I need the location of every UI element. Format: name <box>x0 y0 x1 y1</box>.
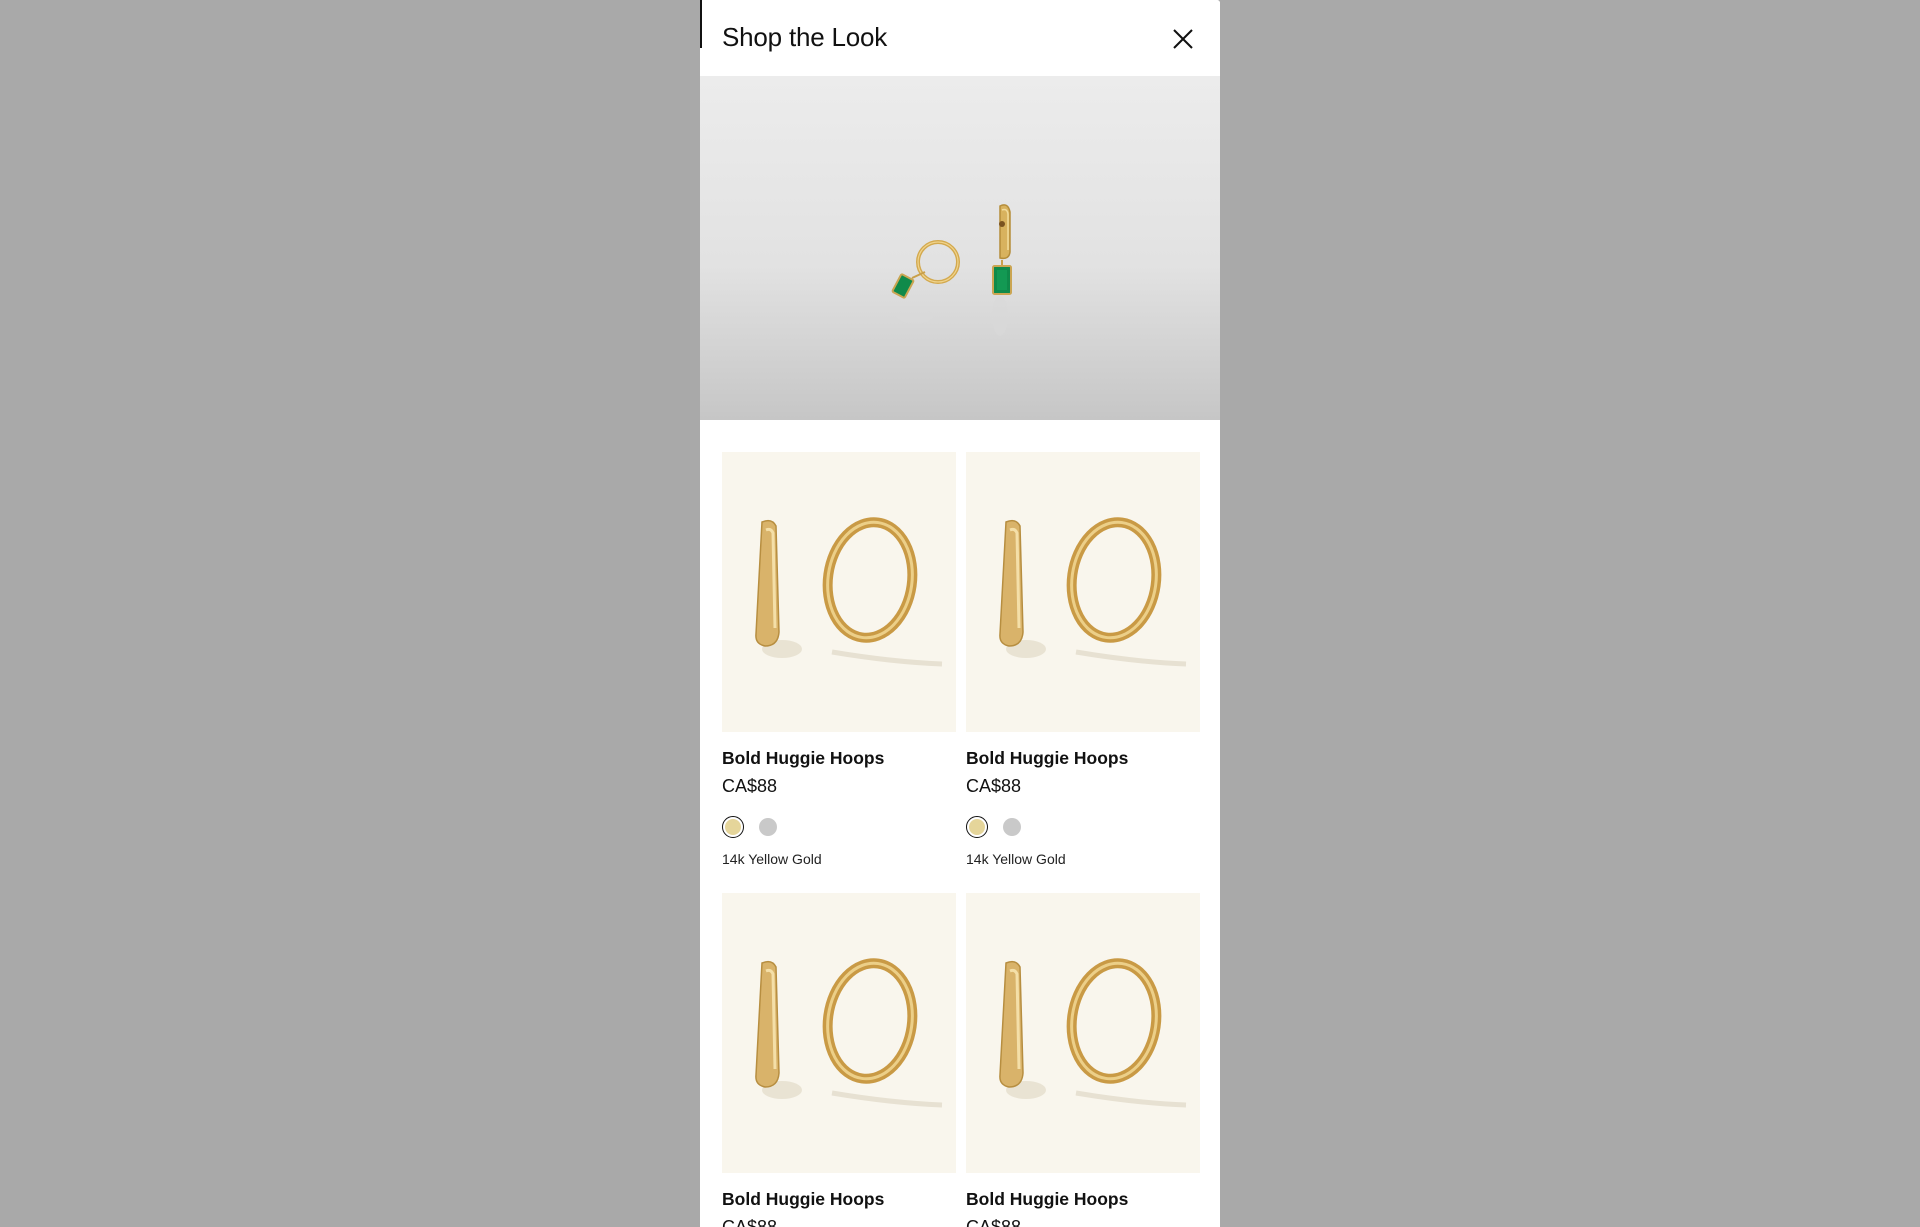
product-name[interactable]: Bold Huggie Hoops <box>722 1189 884 1210</box>
shop-the-look-modal: Shop the Look Bold Huggie Hoops CA$88 14… <box>700 0 1220 1227</box>
swatch-silver[interactable] <box>759 818 777 836</box>
color-swatches <box>966 814 1021 840</box>
product-card[interactable]: Bold Huggie Hoops CA$88 <box>722 893 956 1227</box>
modal-title: Shop the Look <box>722 22 888 52</box>
product-card[interactable]: Bold Huggie Hoops CA$88 14k Yellow Gold <box>966 452 1200 872</box>
close-icon <box>1173 29 1193 49</box>
product-card[interactable]: Bold Huggie Hoops CA$88 14k Yellow Gold <box>722 452 956 872</box>
color-swatches <box>722 814 777 840</box>
product-image[interactable] <box>966 452 1200 732</box>
product-price: CA$88 <box>966 776 1022 796</box>
swatch-silver[interactable] <box>1003 818 1021 836</box>
product-image[interactable] <box>722 893 956 1173</box>
product-name[interactable]: Bold Huggie Hoops <box>966 748 1128 769</box>
product-variant: 14k Yellow Gold <box>722 851 822 867</box>
product-name[interactable]: Bold Huggie Hoops <box>722 748 884 769</box>
product-name[interactable]: Bold Huggie Hoops <box>966 1189 1128 1210</box>
product-price: CA$88 <box>966 1217 1022 1227</box>
product-price: CA$88 <box>722 1217 778 1227</box>
swatch-yellow-gold[interactable] <box>966 816 988 838</box>
product-image[interactable] <box>966 893 1200 1173</box>
swatch-yellow-gold[interactable] <box>722 816 744 838</box>
modal-header: Shop the Look <box>700 0 1220 76</box>
modal-edge-shadow <box>700 0 702 48</box>
hero-image <box>700 76 1220 420</box>
close-button[interactable] <box>1166 22 1200 56</box>
product-price: CA$88 <box>722 776 778 796</box>
product-variant: 14k Yellow Gold <box>966 851 1066 867</box>
product-card[interactable]: Bold Huggie Hoops CA$88 <box>966 893 1200 1227</box>
product-image[interactable] <box>722 452 956 732</box>
